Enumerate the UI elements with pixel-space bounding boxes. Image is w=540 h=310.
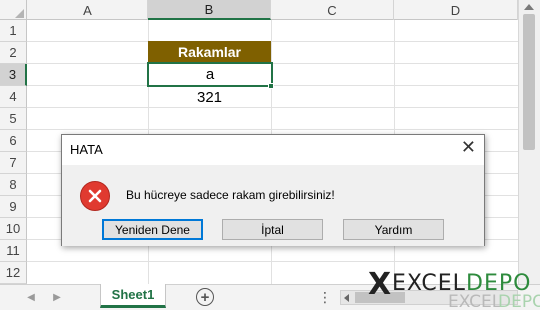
vertical-scrollbar[interactable] (518, 0, 540, 284)
gridline (27, 261, 518, 262)
row-header-12[interactable]: 12 (0, 262, 27, 284)
row-header-10[interactable]: 10 (0, 218, 27, 240)
select-all-corner[interactable] (0, 0, 27, 20)
logo-text-depo: DEPO (466, 271, 532, 296)
row-header-1[interactable]: 1 (0, 20, 27, 42)
column-header-b[interactable]: B (148, 0, 271, 20)
row-header-2[interactable]: 2 (0, 42, 27, 64)
next-sheet-icon[interactable]: ▶ (50, 290, 64, 304)
error-dialog: HATA ✕ Bu hücreye sadece rakam girebilir… (61, 134, 485, 246)
cancel-button[interactable]: İptal (222, 219, 323, 240)
previous-sheet-icon[interactable]: ◀ (24, 290, 38, 304)
column-header-a[interactable]: A (28, 0, 148, 20)
retry-button[interactable]: Yeniden Dene (102, 219, 203, 240)
gridline (27, 129, 518, 130)
row-header-6[interactable]: 6 (0, 130, 27, 152)
exceldepo-logo: EXCEL DEPO X EXCEL DEPO (368, 266, 540, 310)
row-header-5[interactable]: 5 (0, 108, 27, 130)
column-header-bar: A B C D (0, 0, 540, 20)
error-icon (80, 181, 110, 211)
row-header-3[interactable]: 3 (0, 64, 27, 86)
row-header-8[interactable]: 8 (0, 174, 27, 196)
vertical-scroll-thumb[interactable] (523, 14, 535, 150)
cell-b4[interactable]: 321 (148, 86, 271, 108)
row-header-4[interactable]: 4 (0, 86, 27, 108)
sheet-tab-sheet1[interactable]: Sheet1 (100, 284, 166, 308)
row-header-7[interactable]: 7 (0, 152, 27, 174)
logo-text-excel: EXCEL (392, 271, 466, 296)
dialog-message: Bu hücreye sadece rakam girebilirsiniz! (126, 188, 335, 202)
select-all-triangle-icon (15, 9, 24, 18)
logo-x-mark: X (368, 267, 392, 302)
dialog-body: Bu hücreye sadece rakam girebilirsiniz! … (62, 165, 484, 246)
help-button[interactable]: Yardım (343, 219, 444, 240)
column-header-d[interactable]: D (394, 0, 518, 20)
gridline (27, 107, 518, 108)
vertical-dots-icon[interactable]: ⋮ (318, 289, 332, 306)
scroll-left-icon[interactable] (344, 294, 349, 302)
plus-circle-icon[interactable]: + (196, 288, 214, 306)
gridline (27, 41, 518, 42)
cell-b3-active[interactable]: a (147, 62, 273, 87)
dialog-title: HATA (70, 142, 103, 157)
cell-b2-header[interactable]: Rakamlar (148, 41, 271, 63)
close-icon[interactable]: ✕ (461, 138, 476, 156)
column-header-c[interactable]: C (271, 0, 394, 20)
row-header-11[interactable]: 11 (0, 240, 27, 262)
row-header-9[interactable]: 9 (0, 196, 27, 218)
scroll-up-icon[interactable] (524, 4, 534, 10)
